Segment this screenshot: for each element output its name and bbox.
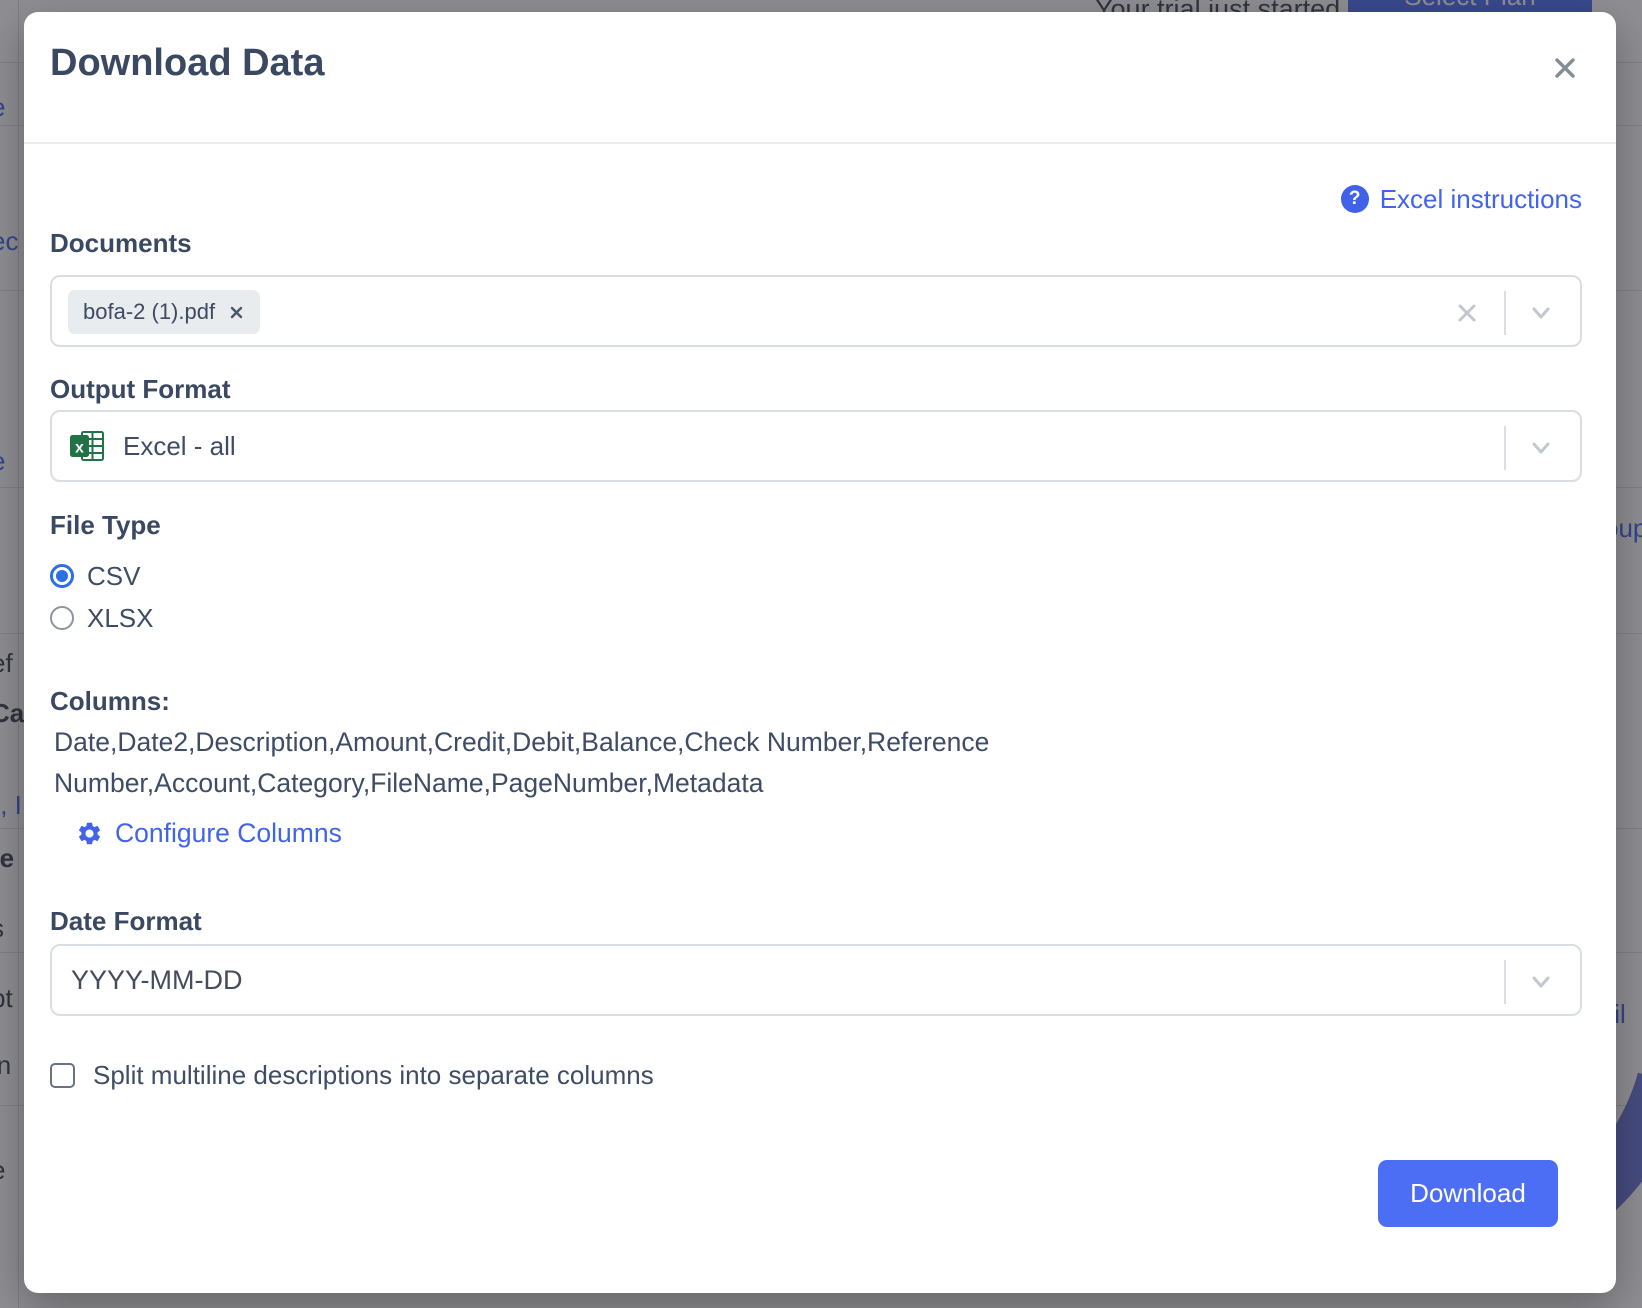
document-chip: bofa-2 (1).pdf xyxy=(68,290,260,334)
columns-value-line1: Date,Date2,Description,Amount,Credit,Deb… xyxy=(54,722,1084,763)
chevron-down-icon xyxy=(1526,969,1556,995)
configure-columns-link[interactable]: Configure Columns xyxy=(76,818,342,848)
excel-instructions-link[interactable]: ? Excel instructions xyxy=(1341,184,1582,214)
field-separator xyxy=(1504,960,1506,1004)
radio-option-csv[interactable]: CSV xyxy=(50,562,140,590)
split-descriptions-label: Split multiline descriptions into separa… xyxy=(93,1060,654,1091)
modal-title: Download Data xyxy=(50,42,324,85)
radio-option-xlsx[interactable]: XLSX xyxy=(50,604,154,632)
documents-multiselect[interactable]: bofa-2 (1).pdf xyxy=(50,275,1582,347)
radio-xlsx-label: XLSX xyxy=(87,603,154,634)
header-divider xyxy=(24,142,1616,144)
split-descriptions-option[interactable]: Split multiline descriptions into separa… xyxy=(50,1060,654,1090)
chevron-down-icon xyxy=(1526,300,1556,326)
clear-all-documents-button[interactable] xyxy=(1452,298,1482,333)
columns-label: Columns: xyxy=(50,686,170,717)
download-data-modal: Download Data ? Excel instructions Docum… xyxy=(24,12,1616,1293)
close-icon xyxy=(1548,51,1582,85)
excel-icon: x xyxy=(68,427,106,465)
output-format-label: Output Format xyxy=(50,374,231,405)
remove-icon xyxy=(228,304,245,321)
excel-instructions-label: Excel instructions xyxy=(1380,184,1582,215)
remove-document-button[interactable] xyxy=(228,304,245,321)
radio-selected-icon xyxy=(50,564,74,588)
radio-unselected-icon xyxy=(50,606,74,630)
output-format-select[interactable]: x Excel - all xyxy=(50,410,1582,482)
question-mark-icon: ? xyxy=(1341,185,1369,213)
date-format-dropdown-toggle[interactable] xyxy=(1526,969,1556,1000)
output-format-dropdown-toggle[interactable] xyxy=(1526,435,1556,466)
columns-value: Date,Date2,Description,Amount,Credit,Deb… xyxy=(54,722,1084,804)
configure-columns-label: Configure Columns xyxy=(115,818,342,849)
output-format-value: x Excel - all xyxy=(68,412,236,480)
clear-icon xyxy=(1452,298,1482,328)
date-format-select[interactable]: YYYY-MM-DD xyxy=(50,944,1582,1016)
field-separator xyxy=(1504,426,1506,470)
close-button[interactable] xyxy=(1545,48,1585,88)
checkbox-unchecked-icon[interactable] xyxy=(50,1063,75,1088)
download-data-page: { "background": { "trial_text": "Your tr… xyxy=(0,0,1642,1308)
gear-icon xyxy=(76,820,103,847)
field-separator xyxy=(1504,291,1506,335)
columns-value-line2: Number,Account,Category,FileName,PageNum… xyxy=(54,763,1084,804)
download-button[interactable]: Download xyxy=(1378,1160,1558,1227)
chevron-down-icon xyxy=(1526,435,1556,461)
date-format-label: Date Format xyxy=(50,906,202,937)
documents-dropdown-toggle[interactable] xyxy=(1526,300,1556,331)
output-format-text: Excel - all xyxy=(123,431,236,462)
date-format-value: YYYY-MM-DD xyxy=(71,946,243,1014)
document-chip-label: bofa-2 (1).pdf xyxy=(83,299,215,325)
svg-text:x: x xyxy=(75,440,84,457)
documents-label: Documents xyxy=(50,228,192,259)
file-type-label: File Type xyxy=(50,510,161,541)
radio-csv-label: CSV xyxy=(87,561,140,592)
